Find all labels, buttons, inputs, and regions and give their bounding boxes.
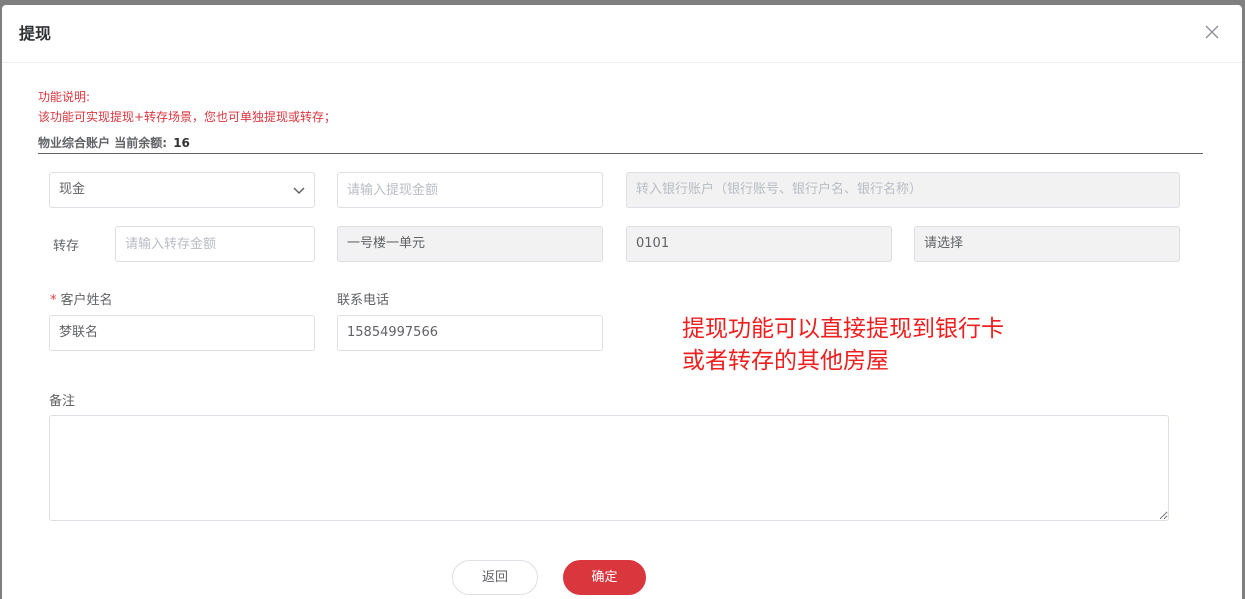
transfer-label: 转存 (53, 239, 80, 254)
close-button[interactable] (1202, 22, 1222, 42)
balance-value: 16 (173, 136, 190, 150)
confirm-button[interactable]: 确定 (563, 560, 646, 595)
phone-label: 联系电话 (337, 293, 390, 308)
dialog-title: 提现 (19, 24, 52, 43)
dialog-header: 提现 (2, 5, 1242, 63)
annotation-line-1: 提现功能可以直接提现到银行卡 (682, 316, 1004, 342)
customer-name-label: * 客户姓名 (50, 289, 113, 308)
account-label: 物业综合账户 (38, 136, 111, 150)
remark-textarea[interactable] (49, 415, 1169, 521)
withdraw-method-select[interactable]: 现金 (49, 172, 315, 208)
annotation-note: 提现功能可以直接提现到银行卡 或者转存的其他房屋 (682, 313, 1004, 377)
transfer-amount-input[interactable] (115, 226, 315, 262)
divider (38, 153, 1203, 154)
annotation-line-2: 或者转存的其他房屋 (682, 348, 889, 374)
remark-label: 备注 (49, 394, 76, 409)
withdraw-dialog: 提现 功能说明: 该功能可实现提现+转存场景，您也可单独提现或转存； 物业综合账… (2, 5, 1242, 599)
customer-name-input[interactable]: 梦联名 (49, 315, 315, 351)
room-field[interactable]: 0101 (626, 226, 892, 262)
building-field[interactable]: 一号楼一单元 (337, 226, 603, 262)
bank-account-input[interactable]: 转入银行账户（银行账号、银行户名、银行名称） (626, 172, 1180, 208)
withdraw-amount-input[interactable] (337, 172, 603, 208)
description-text: 该功能可实现提现+转存场景，您也可单独提现或转存； (38, 110, 337, 124)
balance-label: 当前余额: (114, 136, 168, 150)
withdraw-method-value: 现金 (59, 182, 86, 197)
close-icon (1205, 25, 1219, 39)
chevron-down-icon (293, 187, 305, 195)
customer-name-label-text: 客户姓名 (60, 293, 113, 308)
phone-input[interactable]: 15854997566 (337, 315, 603, 351)
description-heading: 功能说明: (38, 90, 91, 104)
required-mark: * (50, 293, 57, 308)
back-button[interactable]: 返回 (452, 560, 538, 595)
account-balance: 物业综合账户 当前余额: 16 (38, 134, 190, 151)
transfer-target-select[interactable]: 请选择 (914, 226, 1180, 262)
